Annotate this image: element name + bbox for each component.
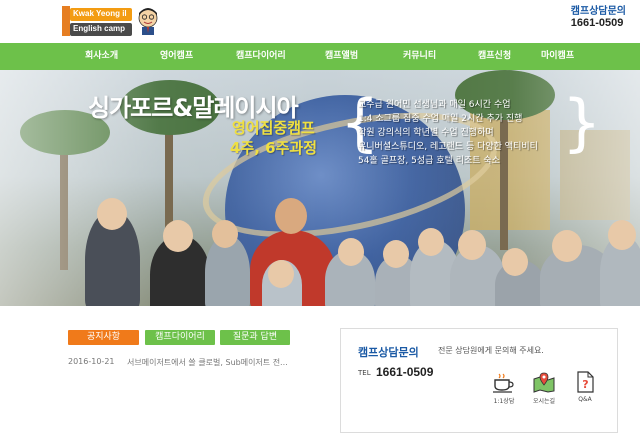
notice-date: 2016-10-21 [68,357,115,366]
logo-line1: Kwak Yeong il [73,9,127,18]
hotline-number: 1661-0509 [570,17,624,29]
quick-link-label: 오시는길 [532,398,556,405]
hero-feature: 유니버셜스튜디오, 레고랜드 등 다양한 액티비티 [358,142,538,152]
quick-link-label: Q&A [578,396,592,403]
hero-feature: 1:4 소그룹 집중 수업 매일 2시간 추가 진행 [358,114,523,124]
nav-item-camp-diary[interactable]: 캠프다이어리 [236,43,286,70]
hotline-label: 캠프상담문의 [570,6,626,17]
site-header: Kwak Yeong il English camp 캠프상담문의 1661-0… [0,0,640,43]
nav-item-camp-album[interactable]: 캠프앨범 [325,43,358,70]
mascot-face-icon [138,8,158,35]
counsel-box: 캠프상담문의 전문 상담원에게 문의해 주세요. TEL 1661-0509 1… [340,328,618,433]
quick-link-consult[interactable]: 1:1상담 [487,371,521,405]
tab-notice[interactable]: 공지사항 [68,330,139,345]
quick-link-qna[interactable]: ? Q&A [568,371,602,403]
hero-banner[interactable]: 싱가포르&말레이시아 영어집중캠프 4주, 6주과정 { } 교수급 원어민 선… [0,70,640,306]
counsel-title: 캠프상담문의 [358,346,419,359]
main-nav: 회사소개 영어캠프 캠프다이어리 캠프앨범 커뮤니티 캠프신청 마이캠프 [0,43,640,70]
nav-item-my-camp[interactable]: 마이캠프 [541,43,574,70]
hero-feature: 54홀 골프장, 5성급 호텔 리조트 숙소 [358,156,500,166]
notice-title[interactable]: 서브메이저트에서 쓸 클로벌, Sub메이저트 전... [127,357,305,368]
nav-item-english-camp[interactable]: 영어캠프 [160,43,193,70]
quick-link-label: 1:1상담 [493,398,515,405]
tab-camp-diary[interactable]: 캠프다이어리 [145,330,215,345]
quick-link-directions[interactable]: 오시는길 [527,371,561,405]
tab-qna[interactable]: 질문과 답변 [220,330,290,345]
logo-line2: English camp [73,24,126,33]
coffee-cup-icon [493,373,514,393]
nav-item-community[interactable]: 커뮤니티 [403,43,436,70]
tel-label: TEL [358,369,371,377]
svg-text:?: ? [582,378,588,391]
hero-feature-list: 교수급 원어민 선생님과 매일 6시간 수업 1:4 소그룹 집중 수업 매일 … [358,98,538,168]
counsel-description: 전문 상담원에게 문의해 주세요. [438,346,544,355]
nav-item-company[interactable]: 회사소개 [85,43,118,70]
logo-flag-shape [62,6,70,36]
hero-feature: 학원 강의식의 학년별 수업 진행하며 [358,128,494,138]
question-document-icon: ? [577,371,594,393]
hotline: 캠프상담문의 1661-0509 [571,6,626,30]
map-pin-icon [533,372,555,393]
hero-subtitle-duration: 4주, 6주과정 [230,139,317,157]
tel-number: 1661-0509 [376,365,434,379]
hero-feature: 교수급 원어민 선생님과 매일 6시간 수업 [358,100,511,110]
hero-subtitle-program: 영어집중캠프 [232,119,315,137]
site-logo[interactable]: Kwak Yeong il English camp [62,6,166,38]
nav-item-camp-apply[interactable]: 캠프신청 [478,43,511,70]
right-brace-icon: } [562,86,602,159]
